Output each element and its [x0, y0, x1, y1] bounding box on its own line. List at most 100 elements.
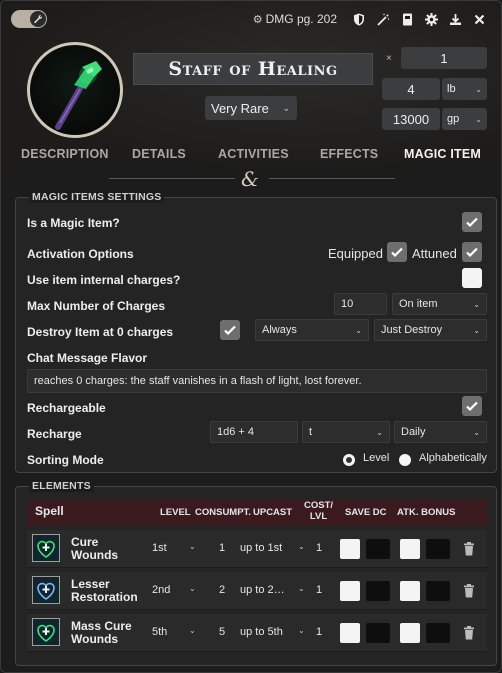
- spell-level: 5th: [152, 626, 168, 638]
- is-magic-label: Is a Magic Item?: [27, 216, 120, 230]
- charges-mode-value: On item: [399, 298, 438, 310]
- weight-unit-select[interactable]: lb ⌄: [442, 78, 487, 100]
- close-icon[interactable]: [467, 10, 491, 28]
- atk-bonus-value[interactable]: [426, 581, 450, 601]
- checkmark-icon: [466, 217, 478, 228]
- source-link[interactable]: ⚙ DMG pg. 202: [253, 12, 337, 26]
- spell-consumption[interactable]: 5: [219, 626, 225, 638]
- tab-details[interactable]: DETAILS: [132, 147, 186, 161]
- spell-upcast: up to 2…: [240, 584, 285, 596]
- spell-name[interactable]: Mass Cure Wounds: [71, 620, 132, 646]
- recharge-formula-input[interactable]: 1d6 + 4: [210, 421, 298, 443]
- spell-name[interactable]: Cure Wounds: [71, 536, 118, 562]
- is-magic-checkbox[interactable]: [462, 212, 482, 232]
- save-dc-value[interactable]: [366, 539, 390, 559]
- recharge-formula-value: 1d6 + 4: [217, 426, 255, 438]
- sort-alpha-label: Alphabetically: [419, 452, 487, 464]
- save-dc-input[interactable]: [340, 623, 360, 643]
- mode-toggle[interactable]: [11, 10, 47, 28]
- settings-legend: MAGIC ITEMS SETTINGS: [29, 191, 165, 203]
- recharge-time-value: Daily: [401, 426, 426, 438]
- max-charges-label: Max Number of Charges: [27, 299, 166, 313]
- sort-level-radio[interactable]: [343, 454, 355, 466]
- atk-bonus-input[interactable]: [400, 581, 420, 601]
- internal-charges-checkbox[interactable]: [462, 268, 482, 288]
- chevron-down-icon: ⌄: [298, 584, 305, 593]
- spell-cost[interactable]: 1: [316, 584, 322, 596]
- tab-description[interactable]: DESCRIPTION: [21, 147, 109, 161]
- spell-level-select[interactable]: 1st ⌄: [152, 542, 198, 554]
- activation-label: Activation Options: [27, 247, 134, 261]
- destroy-mode-select[interactable]: Just Destroy ⌄: [374, 319, 487, 341]
- col-level: LEVEL: [160, 507, 191, 518]
- shield-icon[interactable]: [347, 10, 371, 28]
- spell-upcast-select[interactable]: up to 2… ⌄: [240, 584, 305, 596]
- price-field[interactable]: 13000: [382, 108, 440, 130]
- destroy-label: Destroy Item at 0 charges: [27, 325, 174, 339]
- quantity-field[interactable]: 1: [401, 47, 487, 69]
- sort-alpha-radio[interactable]: [399, 454, 411, 466]
- rarity-select[interactable]: Very Rare ⌄: [205, 96, 297, 120]
- save-dc-value[interactable]: [366, 581, 390, 601]
- spell-row[interactable]: Cure Wounds 1st ⌄ 1 up to 1st ⌄ 1: [27, 530, 487, 568]
- checkmark-icon: [224, 325, 236, 336]
- price-unit-select[interactable]: gp ⌄: [442, 108, 487, 130]
- save-dc-input[interactable]: [340, 581, 360, 601]
- sorting-label: Sorting Mode: [27, 453, 104, 467]
- spell-consumption[interactable]: 2: [219, 584, 225, 596]
- chevron-down-icon: ⌄: [473, 299, 480, 309]
- atk-bonus-input[interactable]: [400, 623, 420, 643]
- spell-level: 1st: [152, 542, 167, 554]
- download-icon[interactable]: [443, 10, 467, 28]
- tab-magic-item[interactable]: MAGIC ITEM: [404, 147, 481, 161]
- attuned-checkbox[interactable]: [462, 242, 482, 262]
- spells-table-header: Spell LEVEL CONSUMPT. UPCAST COST/ LVL S…: [27, 499, 487, 525]
- chevron-down-icon: ⌄: [189, 626, 196, 635]
- checkmark-icon: [466, 247, 478, 258]
- settings-icon[interactable]: [419, 10, 443, 28]
- tab-effects[interactable]: EFFECTS: [320, 147, 378, 161]
- charges-mode-select[interactable]: On item ⌄: [392, 293, 487, 315]
- gear-icon: ⚙: [252, 13, 263, 26]
- rechargeable-checkbox[interactable]: [462, 396, 482, 416]
- trash-icon[interactable]: [463, 626, 475, 640]
- atk-bonus-value[interactable]: [426, 623, 450, 643]
- magic-wand-icon[interactable]: [371, 10, 395, 28]
- tab-activities[interactable]: ACTIVITIES: [218, 147, 289, 161]
- spell-cost[interactable]: 1: [316, 542, 322, 554]
- chevron-down-icon: ⌄: [473, 427, 480, 437]
- spell-upcast-select[interactable]: up to 1st ⌄: [240, 542, 305, 554]
- chevron-down-icon: ⌄: [376, 427, 383, 437]
- trash-icon[interactable]: [463, 584, 475, 598]
- spell-level-select[interactable]: 2nd ⌄: [152, 584, 198, 596]
- max-charges-input[interactable]: 10: [334, 293, 387, 315]
- weight-unit: lb: [447, 83, 456, 95]
- trash-icon[interactable]: [463, 542, 475, 556]
- wrench-icon: [30, 11, 46, 27]
- recharge-time-select[interactable]: Daily ⌄: [394, 421, 487, 443]
- recharge-type-select[interactable]: t ⌄: [302, 421, 390, 443]
- spell-upcast-select[interactable]: up to 5th ⌄: [240, 626, 305, 638]
- destroy-when-select[interactable]: Always ⌄: [255, 319, 369, 341]
- item-portrait[interactable]: [27, 42, 123, 138]
- save-dc-value[interactable]: [366, 623, 390, 643]
- spell-consumption[interactable]: 1: [219, 542, 225, 554]
- weight-field[interactable]: 4: [382, 78, 440, 100]
- item-name-field[interactable]: Staff of Healing: [133, 53, 373, 85]
- chevron-down-icon: ⌄: [282, 102, 290, 113]
- book-icon[interactable]: [395, 10, 419, 28]
- weight-value: 4: [407, 81, 415, 97]
- spell-cost[interactable]: 1: [316, 626, 322, 638]
- spell-level-select[interactable]: 5th ⌄: [152, 626, 198, 638]
- chat-flavor-label: Chat Message Flavor: [27, 351, 148, 365]
- destroy-checkbox[interactable]: [220, 320, 240, 340]
- spell-name[interactable]: Lesser Restoration: [71, 578, 138, 604]
- chat-flavor-input[interactable]: reaches 0 charges: the staff vanishes in…: [27, 369, 487, 393]
- save-dc-input[interactable]: [340, 539, 360, 559]
- item-name: Staff of Healing: [168, 58, 338, 80]
- atk-bonus-value[interactable]: [426, 539, 450, 559]
- elements-legend: ELEMENTS: [29, 480, 94, 492]
- item-sheet-window: ⚙ DMG pg. 202 Staff of Healing Very Rare…: [0, 0, 502, 673]
- equipped-checkbox[interactable]: [387, 242, 407, 262]
- atk-bonus-input[interactable]: [400, 539, 420, 559]
